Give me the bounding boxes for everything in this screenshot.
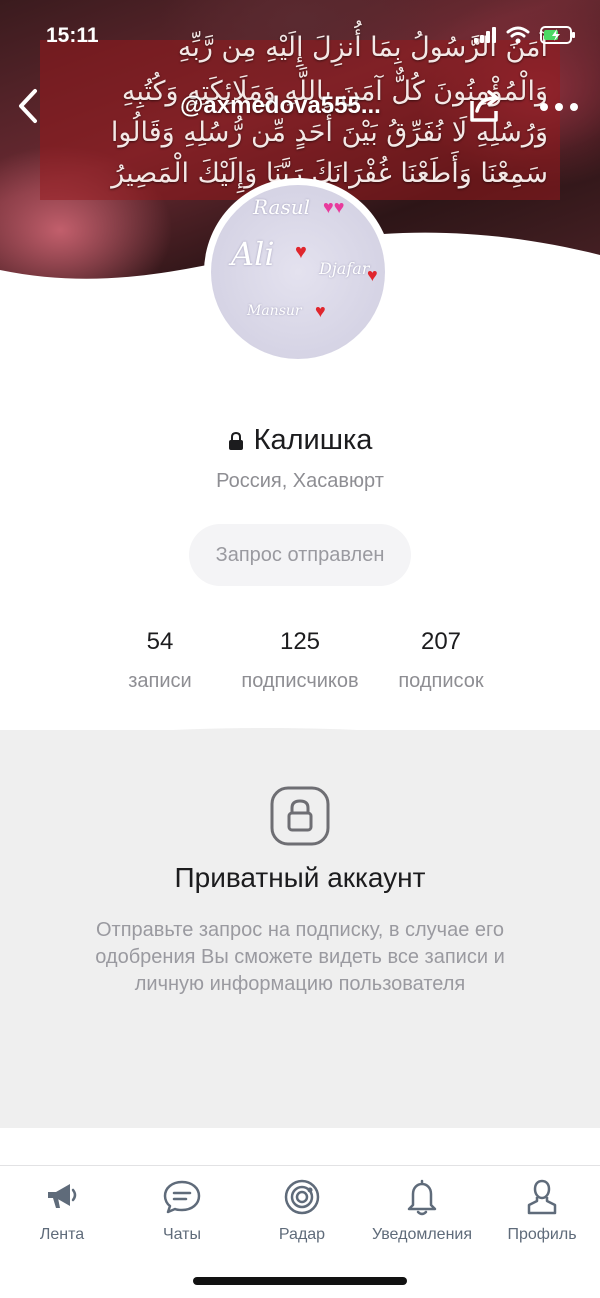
request-sent-button[interactable]: Запрос отправлен xyxy=(189,524,411,586)
padlock-icon xyxy=(270,786,330,846)
megaphone-icon xyxy=(48,1184,77,1208)
heart-icon: ♥♥ xyxy=(323,197,345,217)
signal-icon xyxy=(474,27,496,43)
private-title: Приватный аккаунт xyxy=(174,862,426,893)
profile-handle: @axmedova555... xyxy=(180,92,381,119)
radar-icon xyxy=(284,1179,320,1215)
back-button[interactable] xyxy=(8,84,48,128)
stat-label: записи xyxy=(128,670,192,692)
stat-value: 54 xyxy=(146,628,174,655)
tab-feed[interactable]: Лента xyxy=(2,1178,122,1244)
avatar-script-word: Ali xyxy=(231,235,275,273)
tab-label: Лента xyxy=(39,1226,85,1243)
tab-radar[interactable]: Радар xyxy=(242,1178,362,1244)
stat-label: подписок xyxy=(398,670,484,692)
profile-location: Россия, Хасавюрт xyxy=(216,470,384,492)
avatar-script-word: Mansur xyxy=(247,303,302,319)
heart-icon: ♥ xyxy=(295,241,307,263)
tab-label: Чаты xyxy=(162,1226,202,1243)
heart-icon: ♥ xyxy=(367,265,378,285)
more-button[interactable] xyxy=(536,92,582,122)
tab-chats[interactable]: Чаты xyxy=(122,1178,242,1244)
wifi-icon xyxy=(506,26,530,44)
stat-posts[interactable]: 54 записи xyxy=(80,628,240,693)
person-icon xyxy=(527,1179,557,1215)
tab-label: Профиль xyxy=(507,1226,577,1243)
battery-icon xyxy=(540,26,575,44)
home-indicator[interactable] xyxy=(193,1277,407,1285)
tab-label: Радар xyxy=(278,1226,326,1243)
avatar[interactable]: Rasul ♥♥ Ali ♥ Djafar ♥ Mansur ♥ xyxy=(204,178,392,366)
more-icon xyxy=(540,103,578,111)
profile-name-row: Калишка xyxy=(0,424,600,457)
share-button[interactable] xyxy=(462,84,506,128)
avatar-script-word: Rasul xyxy=(253,195,310,219)
profile-name: Калишка xyxy=(253,424,373,456)
avatar-script-word: Djafar xyxy=(319,259,370,278)
stat-label: подписчиков xyxy=(241,670,359,692)
tab-label: Уведомления xyxy=(371,1226,473,1243)
heart-icon: ♥ xyxy=(315,301,326,321)
share-icon xyxy=(470,90,499,122)
bell-icon xyxy=(407,1179,437,1216)
stat-value: 207 xyxy=(420,628,462,655)
tab-notifications[interactable]: Уведомления xyxy=(362,1178,482,1244)
chat-bubble-icon xyxy=(163,1180,201,1214)
private-description: Отправьте запрос на подписку, в случае е… xyxy=(95,919,505,995)
tab-profile[interactable]: Профиль xyxy=(482,1178,600,1244)
status-time: 15:11 xyxy=(46,24,99,47)
stat-following[interactable]: 207 подписок xyxy=(361,628,521,693)
stat-value: 125 xyxy=(279,628,321,655)
avatar-image: Rasul ♥♥ Ali ♥ Djafar ♥ Mansur ♥ xyxy=(211,185,385,359)
lock-icon xyxy=(228,431,243,450)
chevron-left-icon xyxy=(19,89,37,123)
status-icons xyxy=(474,26,576,44)
stat-followers[interactable]: 125 подписчиков xyxy=(220,628,380,693)
